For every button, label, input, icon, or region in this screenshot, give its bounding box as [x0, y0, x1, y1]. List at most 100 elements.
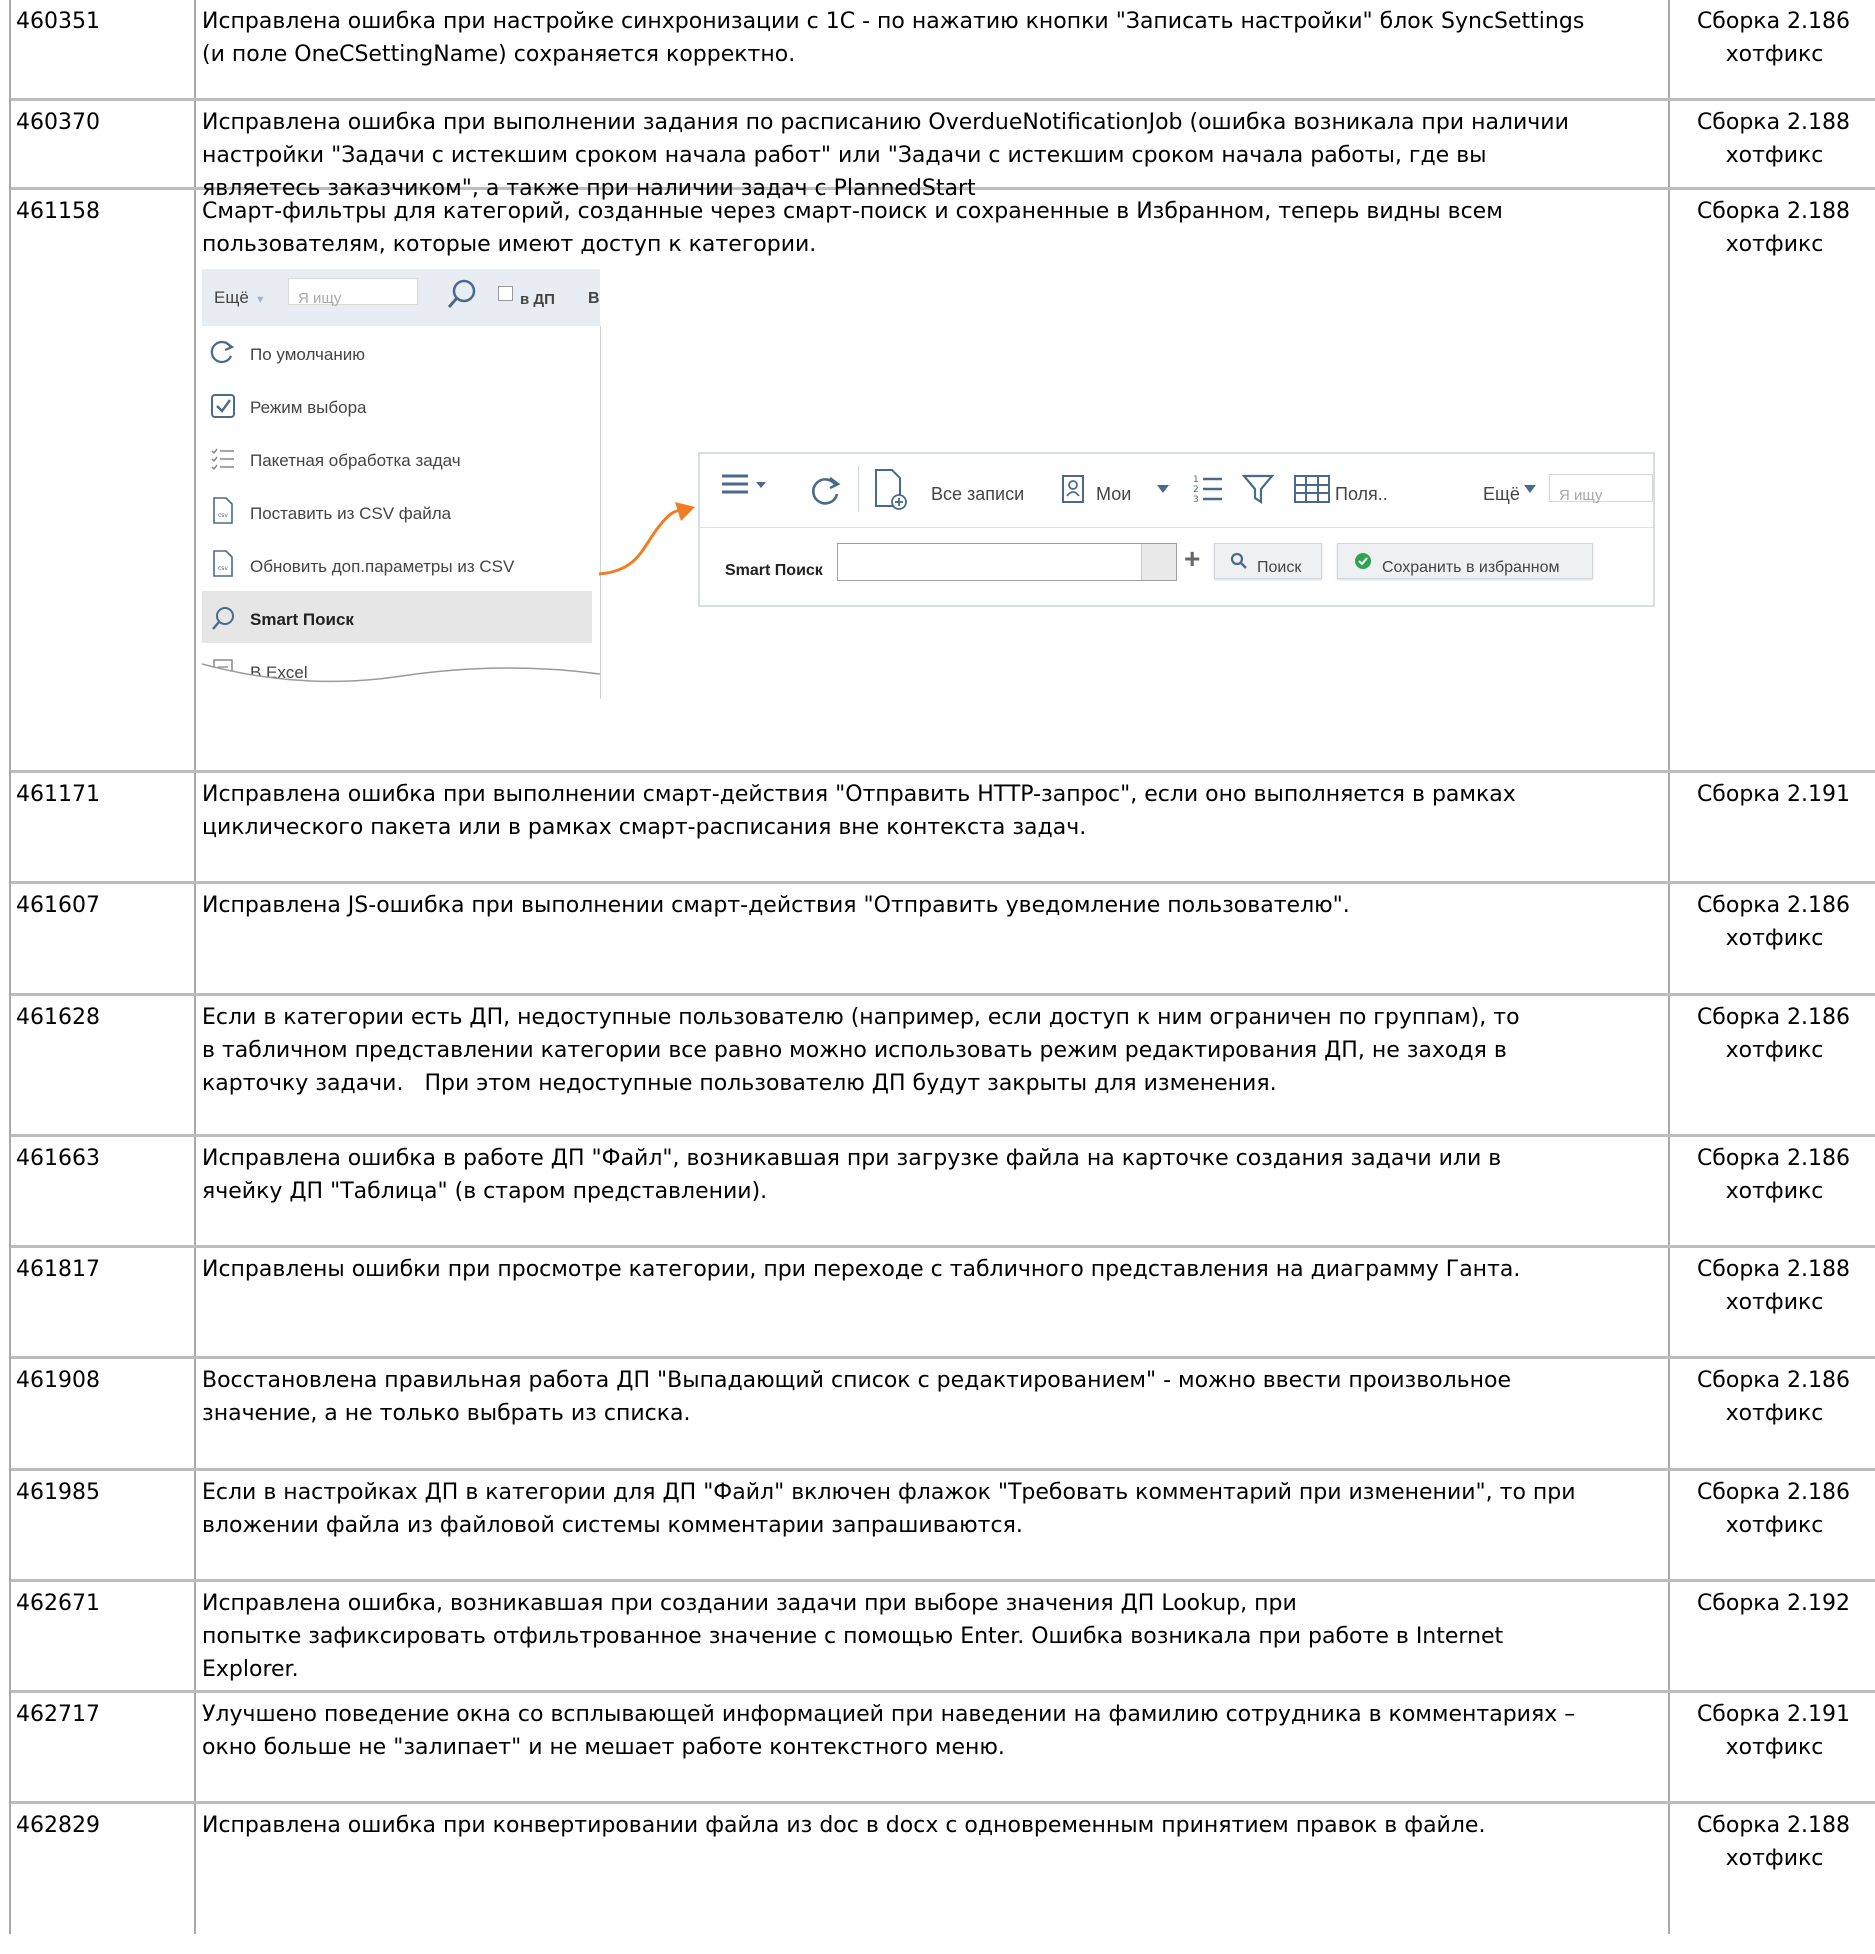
- table-row: 462717 Улучшено поведение окна со всплыв…: [11, 1693, 1875, 1804]
- filter-icon[interactable]: [1242, 472, 1274, 506]
- chevron-down-icon[interactable]: [1156, 484, 1170, 494]
- task-id: 462829: [11, 1804, 196, 1934]
- svg-text:3: 3: [1193, 495, 1199, 505]
- description: Исправлена ошибка при выполнении задания…: [196, 101, 1670, 201]
- search-icon: [1230, 552, 1247, 569]
- table-row: 461985 Если в настройках ДП в категории …: [11, 1471, 1875, 1582]
- menu-item-default[interactable]: По умолчанию: [202, 326, 592, 378]
- task-id: 461171: [11, 773, 196, 881]
- build-version: Сборка 2.188 хотфикс: [1696, 199, 1851, 257]
- description: Если в настройках ДП в категории для ДП …: [196, 1471, 1670, 1579]
- search-input[interactable]: Я ищу: [1549, 474, 1653, 504]
- changelog-table: 460351 Исправлена ошибка при настройке с…: [9, 0, 1875, 1934]
- more-button[interactable]: Ещё ▼: [214, 281, 266, 317]
- description: Исправлена ошибка, возникавшая при созда…: [196, 1582, 1670, 1690]
- chevron-down-icon: ▼: [254, 294, 266, 306]
- dp-checkbox[interactable]: [498, 286, 513, 301]
- task-id: 461663: [11, 1137, 196, 1245]
- numbered-list-icon[interactable]: 1 2 3: [1192, 472, 1224, 506]
- description: Исправлена ошибка при конвертировании фа…: [196, 1804, 1670, 1934]
- grid-icon[interactable]: [1293, 474, 1331, 504]
- description: Улучшено поведение окна со всплывающей и…: [196, 1693, 1670, 1801]
- build-version: Сборка 2.188 хотфикс: [1696, 1813, 1851, 1871]
- table-row: 461607 Исправлена JS-ошибка при выполнен…: [11, 884, 1875, 996]
- chevron-down-icon[interactable]: [1523, 484, 1537, 494]
- description: Исправлена ошибка в работе ДП "Файл", во…: [196, 1137, 1670, 1245]
- table-row: 462829 Исправлена ошибка при конвертиров…: [11, 1804, 1875, 1934]
- svg-text:csv: csv: [218, 512, 228, 519]
- hamburger-menu-icon[interactable]: [720, 468, 770, 502]
- description: Исправлены ошибки при просмотре категори…: [196, 1248, 1670, 1356]
- torn-edge: [202, 663, 600, 701]
- task-id: 460351: [11, 0, 196, 98]
- csv-file-icon: csv: [213, 497, 233, 524]
- arrow-icon: [598, 502, 695, 576]
- task-id: 461908: [11, 1359, 196, 1468]
- check-circle-icon: [1355, 553, 1371, 569]
- menu-item-select-mode[interactable]: Режим выбора: [202, 379, 592, 431]
- build-version: Сборка 2.188 хотфикс: [1696, 1257, 1851, 1315]
- refresh-icon: [210, 340, 235, 364]
- search-icon[interactable]: [445, 277, 479, 311]
- smart-search-panel: Все записи Мои 1 2 3 Поля.. Ещё Я ищу Sm…: [698, 452, 1655, 607]
- build-version: Сборка 2.191 хотфикс: [1696, 1702, 1851, 1760]
- menu-item-import-csv[interactable]: csv Поставить из CSV файла: [202, 485, 592, 537]
- refresh-icon[interactable]: [808, 472, 844, 508]
- table-row: 460370 Исправлена ошибка при выполнении …: [11, 101, 1875, 201]
- plus-icon[interactable]: +: [1184, 542, 1200, 575]
- menu-list: По умолчанию Режим выбора Пакетная обраб…: [202, 326, 601, 701]
- description: Смарт-фильтры для категорий, созданные ч…: [196, 190, 1670, 770]
- build-version: Сборка 2.192: [1696, 1591, 1851, 1616]
- search-input[interactable]: Я ищу: [288, 278, 418, 307]
- menu-item-batch[interactable]: Пакетная обработка задач: [202, 432, 592, 484]
- smart-search-label: Smart Поиск: [725, 562, 823, 579]
- svg-text:1: 1: [1193, 475, 1199, 485]
- task-id: 461985: [11, 1471, 196, 1579]
- checklist-icon: [211, 448, 234, 471]
- fields-button[interactable]: Поля..: [1335, 478, 1388, 511]
- task-id: 462717: [11, 1693, 196, 1801]
- description: Исправлена ошибка при настройке синхрони…: [196, 0, 1670, 98]
- task-id: 462671: [11, 1582, 196, 1690]
- build-version: Сборка 2.186 хотфикс: [1696, 9, 1851, 67]
- task-id: 461607: [11, 884, 196, 993]
- mine-button[interactable]: Мои: [1096, 478, 1131, 511]
- build-version: Сборка 2.186 хотфикс: [1696, 1368, 1851, 1426]
- task-id: 461628: [11, 996, 196, 1134]
- table-row: 461908 Восстановлена правильная работа Д…: [11, 1359, 1875, 1471]
- panel-toolbar: Все записи Мои 1 2 3 Поля.. Ещё Я ищу: [700, 454, 1653, 527]
- embedded-screenshot: Ещё ▼ Я ищу в ДП В По умолчанию Режим вы…: [202, 269, 1672, 701]
- table-row: 461663 Исправлена ошибка в работе ДП "Фа…: [11, 1137, 1875, 1248]
- build-version: Сборка 2.186 хотфикс: [1696, 1005, 1851, 1063]
- chevron-down-icon[interactable]: [1141, 544, 1176, 580]
- description: Исправлена JS-ошибка при выполнении смар…: [196, 884, 1670, 993]
- save-favorite-button[interactable]: Сохранить в избранном: [1337, 543, 1593, 579]
- cut-label: В: [588, 290, 600, 307]
- task-id: 461158: [11, 190, 196, 770]
- toolbar-divider: [858, 466, 859, 512]
- checkbox-checked-icon: [211, 394, 235, 418]
- table-row: 461628 Если в категории есть ДП, недосту…: [11, 996, 1875, 1137]
- table-row: 461817 Исправлены ошибки при просмотре к…: [11, 1248, 1875, 1359]
- build-version: Сборка 2.191: [1696, 782, 1851, 807]
- new-document-icon[interactable]: [872, 466, 908, 512]
- menu-item-update-csv[interactable]: csv Обновить доп.параметры из CSV: [202, 538, 592, 590]
- svg-text:2: 2: [1193, 485, 1199, 495]
- task-id: 461817: [11, 1248, 196, 1356]
- menu-item-smart-search[interactable]: Smart Поиск: [202, 591, 592, 643]
- search-button[interactable]: Поиск: [1214, 543, 1322, 579]
- build-version: Сборка 2.186 хотфикс: [1696, 893, 1851, 951]
- description: Восстановлена правильная работа ДП "Выпа…: [196, 1359, 1670, 1468]
- svg-text:csv: csv: [218, 565, 228, 572]
- smart-search-combo[interactable]: [837, 543, 1177, 581]
- more-button[interactable]: Ещё: [1483, 478, 1520, 511]
- checkbox-label: в ДП: [520, 291, 555, 308]
- all-records-button[interactable]: Все записи: [931, 478, 1024, 511]
- smart-search-bar: Smart Поиск + Поиск Сохранить в избранно…: [700, 527, 1653, 606]
- build-version: Сборка 2.188 хотфикс: [1696, 110, 1851, 168]
- csv-file-icon: csv: [213, 550, 233, 577]
- my-tasks-icon: [1062, 475, 1084, 503]
- description: Исправлена ошибка при выполнении смарт-д…: [196, 773, 1670, 881]
- table-row: 462671 Исправлена ошибка, возникавшая пр…: [11, 1582, 1875, 1693]
- build-version: Сборка 2.186 хотфикс: [1696, 1146, 1851, 1204]
